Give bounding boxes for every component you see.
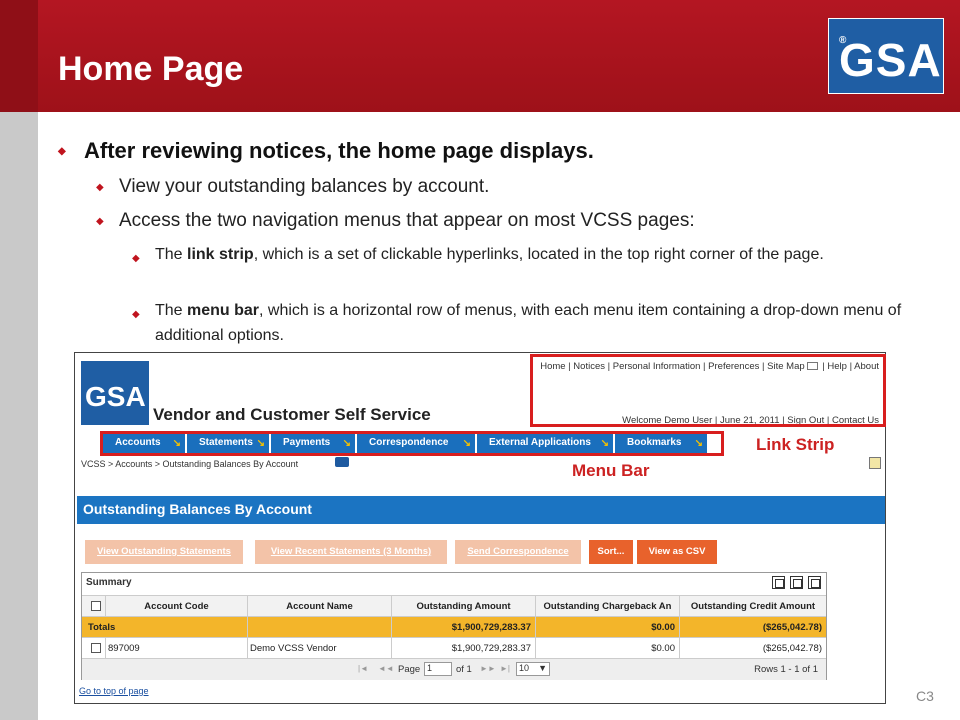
diamond-bullet-icon: ◆: [96, 216, 104, 227]
bullet-menu-bar: ◆ The menu bar, which is a horizontal ro…: [132, 302, 902, 344]
title-band: Home Page GSA ®: [0, 0, 960, 112]
totals-outstanding: $1,900,729,283.37: [392, 617, 536, 638]
select-all-checkbox[interactable]: [90, 601, 101, 611]
table-row[interactable]: 897009 Demo VCSS Vendor $1,900,729,283.3…: [82, 637, 826, 659]
menu-bar-callout-label: Menu Bar: [572, 461, 650, 480]
totals-credit: ($265,042.78): [762, 622, 822, 633]
term-link-strip: link strip: [187, 246, 254, 263]
summary-grid: Summary Account Code Account Name Outsta…: [81, 572, 827, 680]
page-heading: Outstanding Balances By Account: [77, 496, 885, 524]
slide-number: C3: [916, 688, 934, 704]
col-account-code[interactable]: Account Code: [106, 596, 248, 617]
page-number-input[interactable]: 1: [424, 662, 452, 676]
row-chargeback: $0.00: [536, 638, 680, 659]
sort-button[interactable]: Sort...: [589, 540, 633, 564]
first-page-icon[interactable]: |◄: [358, 664, 368, 673]
next-page-icon[interactable]: ►►: [480, 664, 496, 673]
diamond-bullet-icon: ◆: [132, 309, 140, 320]
rows-count: Rows 1 - 1 of 1: [754, 664, 818, 675]
page-size-select[interactable]: 10 ▼: [516, 662, 550, 676]
bullet-main: ◆ After reviewing notices, the home page…: [58, 138, 594, 163]
link-strip-callout-label: Link Strip: [756, 435, 835, 454]
totals-row: Totals $1,900,729,283.37 $0.00 ($265,042…: [82, 616, 826, 638]
grid-caption: Summary: [86, 577, 132, 588]
prev-page-icon[interactable]: ◄◄: [378, 664, 394, 673]
send-correspondence-button[interactable]: Send Correspondence: [455, 540, 581, 564]
slide: Home Page GSA ® ◆ After reviewing notice…: [0, 0, 960, 720]
row-outstanding: $1,900,729,283.37: [392, 638, 536, 659]
row-account-code[interactable]: 897009: [106, 638, 248, 659]
bullet-view-balances: ◆ View your outstanding balances by acco…: [96, 176, 490, 197]
row-account-name: Demo VCSS Vendor: [248, 638, 392, 659]
view-outstanding-statements-button[interactable]: View Outstanding Statements: [85, 540, 243, 564]
minimize-icon[interactable]: [772, 576, 785, 589]
dropdown-arrow-icon: ▼: [538, 663, 547, 673]
view-as-csv-button[interactable]: View as CSV: [637, 540, 717, 564]
page-label: Page: [398, 664, 421, 675]
slide-title: Home Page: [58, 50, 244, 88]
totals-chargeback: $0.00: [536, 617, 680, 638]
row-credit: ($265,042.78): [762, 643, 822, 654]
vcss-gsa-logo[interactable]: GSA: [81, 361, 149, 425]
of-pages-label: of 1: [456, 664, 472, 675]
restore-icon[interactable]: [790, 576, 803, 589]
col-outstanding-credit[interactable]: Outstanding Credit Amount: [680, 596, 826, 617]
link-strip-callout-box: [530, 354, 886, 427]
diamond-bullet-icon: ◆: [96, 182, 104, 193]
diamond-bullet-icon: ◆: [58, 146, 66, 157]
term-menu-bar: menu bar: [187, 302, 260, 319]
menu-bar-callout-box: [100, 431, 724, 456]
breadcrumb[interactable]: VCSS > Accounts > Outstanding Balances B…: [81, 459, 298, 469]
bookmark-book-icon[interactable]: [335, 457, 349, 467]
last-page-icon[interactable]: ►|: [500, 664, 510, 673]
col-account-name[interactable]: Account Name: [248, 596, 392, 617]
grid-pager: |◄ ◄◄ Page 1 of 1 ►► ►| 10 ▼ Rows 1 - 1 o…: [82, 658, 826, 680]
bullet-access-menus: ◆ Access the two navigation menus that a…: [96, 210, 695, 231]
diamond-bullet-icon: ◆: [132, 253, 140, 264]
grid-header-row: Account Code Account Name Outstanding Am…: [82, 595, 826, 617]
site-title: Vendor and Customer Self Service: [153, 405, 431, 424]
col-outstanding-amount[interactable]: Outstanding Amount: [392, 596, 536, 617]
row-checkbox[interactable]: [90, 643, 101, 653]
col-outstanding-chargeback[interactable]: Outstanding Chargeback An: [536, 596, 680, 617]
gsa-logo: GSA ®: [828, 18, 944, 94]
title-band-edge: [0, 0, 38, 112]
print-page-icon[interactable]: [869, 457, 881, 469]
go-to-top-link[interactable]: Go to top of page: [79, 686, 149, 696]
bullet-link-strip: ◆ The link strip, which is a set of clic…: [132, 242, 942, 267]
view-recent-statements-button[interactable]: View Recent Statements (3 Months): [255, 540, 447, 564]
maximize-icon[interactable]: [808, 576, 821, 589]
totals-label: Totals: [82, 617, 248, 638]
registered-mark: ®: [839, 35, 848, 46]
